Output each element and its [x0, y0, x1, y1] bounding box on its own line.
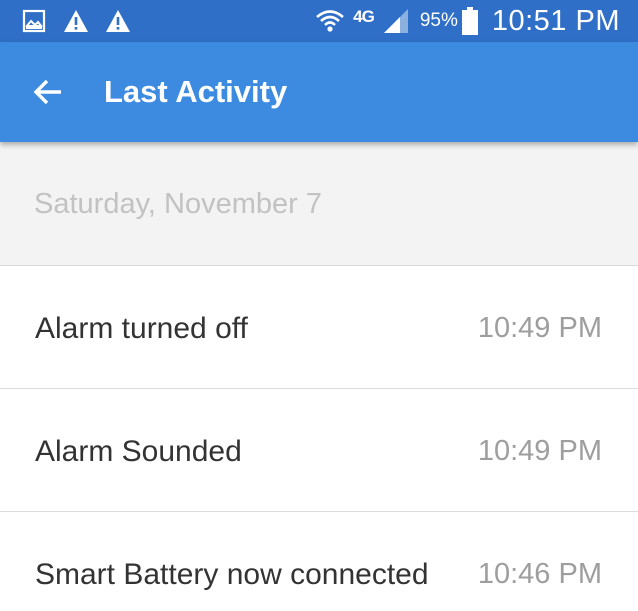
- back-button[interactable]: [20, 64, 76, 120]
- activity-label: Alarm turned off: [35, 312, 248, 345]
- status-bar: 4G 95% 10:51 PM: [0, 0, 638, 42]
- warning-icon: [104, 7, 132, 35]
- battery-icon: [461, 7, 478, 35]
- date-section-header: Saturday, November 7: [0, 142, 638, 266]
- wifi-icon: [315, 8, 345, 34]
- date-label: Saturday, November 7: [34, 188, 322, 220]
- arrow-left-icon: [33, 79, 61, 105]
- activity-label: Smart Battery now connected: [35, 558, 429, 591]
- activity-label: Alarm Sounded: [35, 435, 242, 468]
- activity-item[interactable]: Smart Battery now connected 10:46 PM: [0, 512, 638, 611]
- notification-icons: [0, 7, 146, 35]
- battery-percent: 95%: [419, 10, 458, 31]
- activity-time: 10:49 PM: [477, 435, 602, 467]
- network-type-label: 4G: [353, 7, 375, 26]
- signal-icon: [382, 8, 410, 34]
- activity-time: 10:46 PM: [477, 558, 602, 590]
- image-icon: [20, 7, 48, 35]
- screen: 4G 95% 10:51 PM Last Activity Saturday, …: [0, 0, 638, 611]
- activity-list: Alarm turned off 10:49 PM Alarm Sounded …: [0, 266, 638, 611]
- activity-time: 10:49 PM: [477, 312, 602, 344]
- activity-item[interactable]: Alarm Sounded 10:49 PM: [0, 389, 638, 512]
- app-bar: Last Activity: [0, 42, 638, 142]
- system-status: 4G 95% 10:51 PM: [307, 5, 638, 38]
- page-title: Last Activity: [104, 74, 288, 109]
- status-clock: 10:51 PM: [491, 4, 620, 37]
- activity-item[interactable]: Alarm turned off 10:49 PM: [0, 266, 638, 389]
- warning-icon: [62, 7, 90, 35]
